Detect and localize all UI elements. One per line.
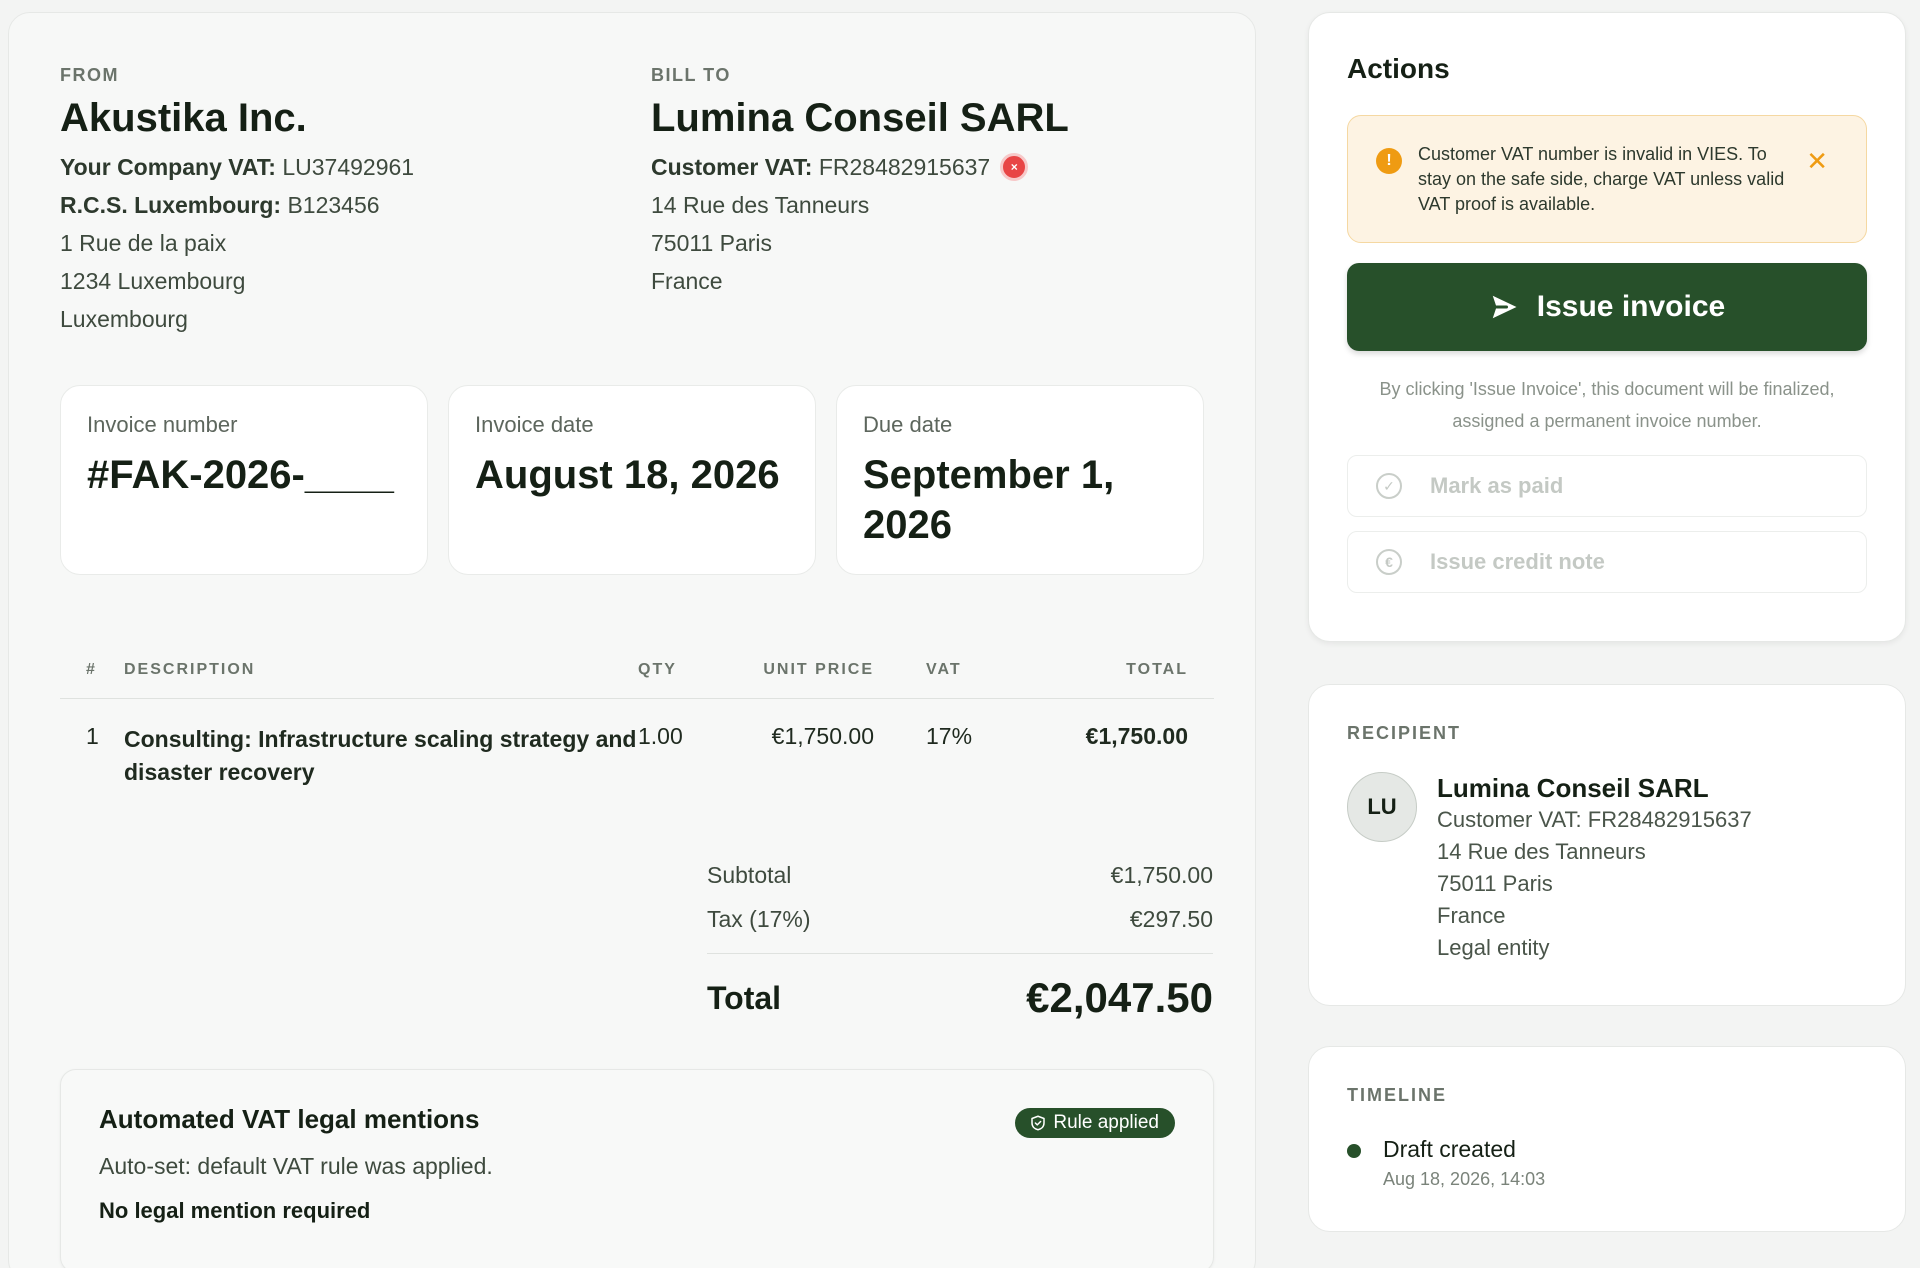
tax-value: €297.50 (1129, 905, 1213, 932)
invoice-number-label: Invoice number (87, 412, 238, 437)
timeline-card: TIMELINE Draft created Aug 18, 2026, 14:… (1308, 1046, 1906, 1232)
issue-hint-text: By clicking 'Issue Invoice', this docume… (1379, 379, 1835, 431)
row-vat: 17% (926, 723, 973, 749)
row-unit-price: €1,750.00 (771, 723, 874, 749)
due-date-value: September 1, 2026 (863, 453, 1115, 547)
col-number: # (86, 660, 97, 678)
issue-credit-note-label: Issue credit note (1430, 549, 1605, 574)
vat-mentions-title: Automated VAT legal mentions (99, 1104, 480, 1134)
invoice-number-card[interactable]: Invoice number #FAK-2026-____ (60, 385, 428, 575)
timeline-dot (1347, 1144, 1361, 1158)
bill-to-section: BILL TO Lumina Conseil SARL Customer VAT… (651, 65, 1069, 300)
grand-total-row: Total €2,047.50 (707, 954, 1213, 1042)
warning-icon: ! (1376, 148, 1402, 174)
row-qty: 1.00 (638, 723, 683, 749)
vat-mentions-subtitle: Auto-set: default VAT rule was applied. (99, 1153, 493, 1179)
tax-row: Tax (17%) €297.50 (707, 897, 1213, 941)
vat-invalid-icon[interactable]: × (1000, 153, 1029, 181)
invoice-page: FROM Akustika Inc. Your Company VAT: LU3… (0, 0, 1920, 1268)
vat-warning-alert: ! Customer VAT number is invalid in VIES… (1347, 115, 1867, 243)
col-total: TOTAL (1126, 660, 1188, 678)
total-label: Total (707, 979, 782, 1016)
invoice-date-value: August 18, 2026 (475, 453, 780, 497)
bill-to-address-2: 75011 Paris (651, 230, 773, 256)
invoice-number-value: #FAK-2026-____ (87, 453, 394, 497)
rule-applied-badge: Rule applied (1015, 1108, 1175, 1138)
issue-invoice-button[interactable]: Issue invoice (1347, 263, 1867, 351)
vat-mentions-note: No legal mention required (99, 1198, 371, 1223)
from-section: FROM Akustika Inc. Your Company VAT: LU3… (60, 65, 414, 338)
timeline-event-title: Draft created (1383, 1136, 1516, 1162)
actions-title: Actions (1347, 53, 1450, 84)
from-rcs: R.C.S. Luxembourg: B123456 (60, 192, 380, 218)
bill-to-address-1: 14 Rue des Tanneurs (651, 192, 870, 218)
actions-card: Actions ! Customer VAT number is invalid… (1308, 12, 1906, 642)
row-total: €1,750.00 (1085, 723, 1188, 749)
col-unit-price: UNIT PRICE (763, 660, 874, 678)
rule-applied-label: Rule applied (1053, 1112, 1159, 1133)
invoice-date-card[interactable]: Invoice date August 18, 2026 (448, 385, 816, 575)
issue-invoice-label: Issue invoice (1536, 290, 1726, 323)
table-row[interactable]: 1 Consulting: Infrastructure scaling str… (60, 699, 1214, 789)
avatar: LU (1347, 772, 1417, 842)
subtotal-label: Subtotal (707, 861, 792, 888)
totals-section: Subtotal €1,750.00 Tax (17%) €297.50 Tot… (707, 853, 1213, 1042)
recipient-label: RECIPIENT (1347, 723, 1462, 743)
subtotal-row: Subtotal €1,750.00 (707, 853, 1213, 897)
tax-label: Tax (17%) (707, 905, 811, 932)
check-circle-icon: ✓ (1376, 473, 1402, 499)
due-date-label: Due date (863, 412, 953, 437)
mark-as-paid-label: Mark as paid (1430, 473, 1564, 498)
from-vat: Your Company VAT: LU37492961 (60, 154, 415, 180)
from-label: FROM (60, 65, 119, 85)
recipient-vat: Customer VAT: FR28482915637 (1437, 807, 1752, 832)
col-vat: VAT (926, 660, 962, 678)
line-items-table: # DESCRIPTION QTY UNIT PRICE VAT TOTAL 1… (60, 641, 1214, 789)
timeline-event-time: Aug 18, 2026, 14:03 (1383, 1169, 1546, 1189)
table-header: # DESCRIPTION QTY UNIT PRICE VAT TOTAL (60, 641, 1214, 699)
invoice-panel: FROM Akustika Inc. Your Company VAT: LU3… (8, 12, 1256, 1268)
recipient-card: RECIPIENT LU Lumina Conseil SARL Custome… (1308, 684, 1906, 1006)
vat-warning-text: Customer VAT number is invalid in VIES. … (1418, 144, 1785, 214)
customer-vat: Customer VAT: FR28482915637 (651, 154, 991, 180)
col-qty: QTY (638, 660, 677, 678)
subtotal-value: €1,750.00 (1110, 861, 1213, 888)
invoice-date-label: Invoice date (475, 412, 594, 437)
close-icon[interactable]: ✕ (1806, 146, 1828, 177)
euro-circle-icon: € (1376, 549, 1402, 575)
recipient-address-1: 14 Rue des Tanneurs (1437, 839, 1646, 864)
row-description: Consulting: Infrastructure scaling strat… (124, 726, 637, 785)
from-address-2: 1234 Luxembourg (60, 268, 246, 294)
timeline-label: TIMELINE (1347, 1085, 1447, 1105)
from-country: Luxembourg (60, 306, 188, 332)
from-address-1: 1 Rue de la paix (60, 230, 227, 256)
bill-to-country: France (651, 268, 723, 294)
issue-credit-note-button[interactable]: € Issue credit note (1347, 531, 1867, 593)
vat-legal-mentions: Automated VAT legal mentions Rule applie… (60, 1069, 1214, 1268)
mark-as-paid-button[interactable]: ✓ Mark as paid (1347, 455, 1867, 517)
bill-to-label: BILL TO (651, 65, 731, 85)
send-icon (1492, 295, 1517, 319)
recipient-country: France (1437, 903, 1506, 928)
recipient-name: Lumina Conseil SARL (1437, 773, 1709, 803)
col-description: DESCRIPTION (124, 660, 256, 678)
invoice-meta-cards: Invoice number #FAK-2026-____ Invoice da… (60, 385, 1204, 575)
recipient-address-2: 75011 Paris (1437, 871, 1553, 896)
recipient-entity-type: Legal entity (1437, 935, 1550, 960)
row-number: 1 (86, 723, 99, 749)
total-value: €2,047.50 (1026, 974, 1213, 1021)
bill-to-company-name: Lumina Conseil SARL (651, 96, 1069, 140)
timeline-event: Draft created Aug 18, 2026, 14:03 (1347, 1136, 1867, 1190)
shield-check-icon (1031, 1115, 1046, 1131)
due-date-card[interactable]: Due date September 1, 2026 (836, 385, 1204, 575)
from-company-name: Akustika Inc. (60, 96, 307, 140)
